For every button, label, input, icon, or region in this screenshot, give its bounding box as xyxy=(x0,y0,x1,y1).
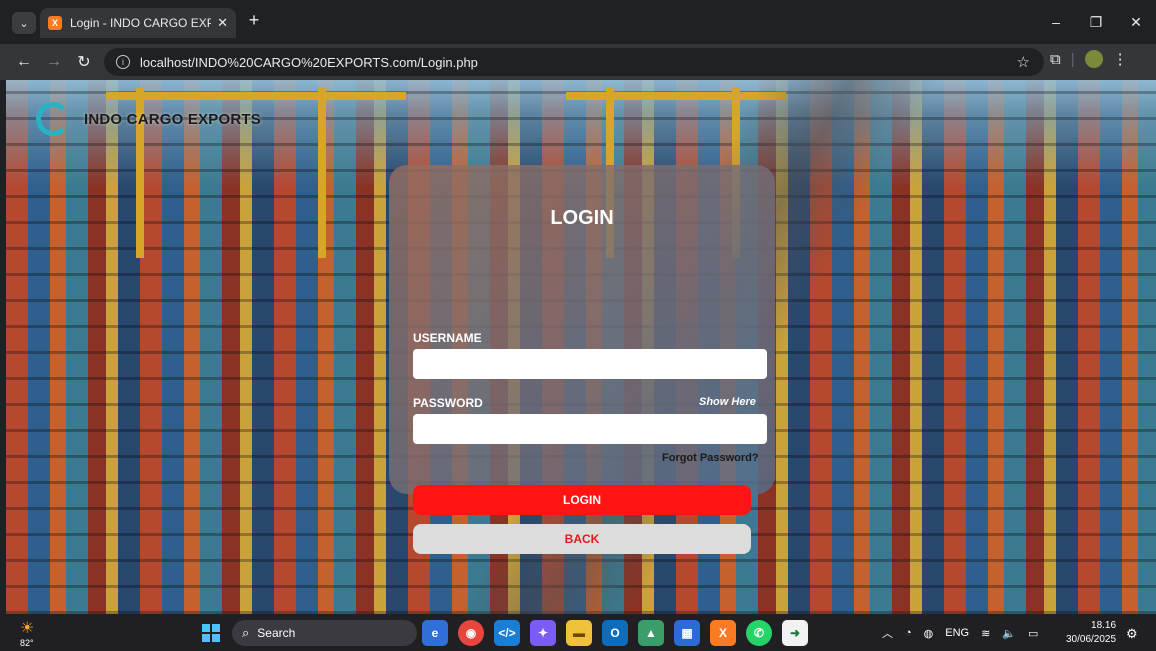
brand: INDO CARGO EXPORTS xyxy=(36,102,261,136)
copilot-icon[interactable]: ✦ xyxy=(530,620,556,646)
search-label: Search xyxy=(257,626,296,640)
site-info-icon[interactable]: i xyxy=(116,55,130,69)
photos-icon[interactable]: ▲ xyxy=(638,620,664,646)
password-input[interactable] xyxy=(413,414,767,444)
login-button[interactable]: LOGIN xyxy=(413,485,751,515)
login-card: LOGIN USERNAME PASSWORD Show Here Forgot… xyxy=(389,165,775,554)
login-title: LOGIN xyxy=(550,207,614,229)
notification-icon[interactable]: ⚙ xyxy=(1126,626,1138,642)
close-tab-icon[interactable]: ✕ xyxy=(217,15,228,31)
start-icon[interactable] xyxy=(202,624,220,642)
search-icon: ⌕ xyxy=(242,625,250,640)
minimize-icon[interactable]: – xyxy=(1036,0,1076,44)
weather-widget[interactable]: ☀ 82° xyxy=(20,620,38,648)
chevron-up-icon[interactable]: ︿ xyxy=(882,625,893,641)
show-password-link[interactable]: Show Here xyxy=(699,396,756,408)
close-window-icon[interactable]: ✕ xyxy=(1116,0,1156,44)
pinned-apps: e ◉ </> ✦ ▬ O ▲ ▦ X ✆ ➜ xyxy=(422,620,808,646)
url-text: localhost/INDO%20CARGO%20EXPORTS.com/Log… xyxy=(140,54,478,70)
vscode-icon[interactable]: </> xyxy=(494,620,520,646)
xampp-icon[interactable]: X xyxy=(710,620,736,646)
new-tab-button[interactable]: + xyxy=(244,10,264,31)
app-icon[interactable]: ➜ xyxy=(782,620,808,646)
toolbar-divider: | xyxy=(1070,50,1075,68)
store-icon[interactable]: ▦ xyxy=(674,620,700,646)
tray-app-icon-2[interactable]: ◍ xyxy=(924,627,934,640)
window-controls: – ❐ ✕ xyxy=(1036,0,1156,44)
profile-icon[interactable] xyxy=(1084,50,1103,68)
restore-icon[interactable]: ❐ xyxy=(1076,0,1116,44)
battery-icon[interactable]: ▭ xyxy=(1028,627,1038,640)
reload-icon[interactable]: ↻ xyxy=(72,50,96,74)
browser-tab[interactable]: X Login - INDO CARGO EXPORTS ✕ xyxy=(40,8,236,38)
username-input[interactable] xyxy=(413,349,767,379)
brand-name: INDO CARGO EXPORTS xyxy=(84,110,261,128)
tray-app-icon[interactable]: ◔ xyxy=(905,627,912,639)
clock-date: 30/06/2025 xyxy=(1066,634,1117,645)
taskbar-search[interactable]: ⌕ Search xyxy=(232,620,417,646)
browser-toolbar: ← → ↻ i localhost/INDO%20CARGO%20EXPORTS… xyxy=(0,44,1156,80)
back-button[interactable]: BACK xyxy=(413,524,751,554)
browser-tab-bar: ⌄ X Login - INDO CARGO EXPORTS ✕ + – ❐ ✕ xyxy=(0,0,1156,44)
forward-icon[interactable]: → xyxy=(42,50,66,74)
crane-decoration xyxy=(318,88,326,258)
extensions-icon[interactable]: ⧉ xyxy=(1050,51,1061,68)
outlook-icon[interactable]: O xyxy=(602,620,628,646)
page-background: INDO CARGO EXPORTS LOGIN USERNAME PASSWO… xyxy=(6,80,1156,614)
brand-logo-icon xyxy=(36,102,70,136)
crane-beam-decoration xyxy=(566,92,786,100)
password-label: PASSWORD xyxy=(413,396,483,410)
bookmark-star-icon[interactable]: ☆ xyxy=(1017,53,1030,71)
address-bar[interactable]: i localhost/INDO%20CARGO%20EXPORTS.com/L… xyxy=(104,48,1044,76)
edge-icon[interactable]: e xyxy=(422,620,448,646)
wifi-icon[interactable]: ≋ xyxy=(981,627,990,640)
weather-icon: ☀ xyxy=(20,620,35,637)
xampp-favicon: X xyxy=(48,16,62,30)
taskbar: ☀ 82° ⌕ Search e ◉ </> ✦ ▬ O ▲ ▦ X ✆ ➜ ︿… xyxy=(0,614,1156,651)
system-tray: ︿ ◔ ◍ ENG ≋ 🔈 ▭ xyxy=(882,625,1038,641)
forgot-password-link[interactable]: Forgot Password? xyxy=(662,452,759,464)
tab-list-icon[interactable]: ⌄ xyxy=(12,12,36,34)
username-label: USERNAME xyxy=(413,331,482,345)
file-explorer-icon[interactable]: ▬ xyxy=(566,620,592,646)
clock[interactable]: 18.16 30/06/2025 xyxy=(1066,619,1116,647)
temperature: 82° xyxy=(20,638,34,648)
volume-icon[interactable]: 🔈 xyxy=(1002,627,1016,640)
menu-icon[interactable]: ⋮ xyxy=(1113,50,1128,68)
whatsapp-icon[interactable]: ✆ xyxy=(746,620,772,646)
tab-title: Login - INDO CARGO EXPORTS xyxy=(70,16,212,30)
chrome-icon[interactable]: ◉ xyxy=(458,620,484,646)
language-indicator[interactable]: ENG xyxy=(945,627,969,639)
crane-beam-decoration xyxy=(106,92,406,100)
back-icon[interactable]: ← xyxy=(12,50,36,74)
clock-time: 18.16 xyxy=(1091,620,1117,631)
